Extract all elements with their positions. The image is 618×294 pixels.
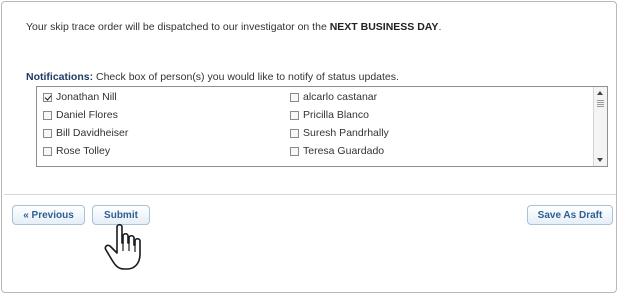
scroll-grip-icon[interactable] — [597, 100, 604, 108]
recipient-option[interactable]: Daniel Flores — [43, 108, 118, 122]
scroll-down-icon[interactable] — [597, 158, 603, 162]
checkbox-icon[interactable] — [43, 110, 52, 120]
checkbox-icon[interactable] — [290, 128, 299, 138]
order-panel: Your skip trace order will be dispatched… — [1, 1, 617, 293]
checkbox-icon[interactable] — [290, 92, 299, 102]
dispatch-text: Your skip trace order will be dispatched… — [26, 21, 330, 33]
recipient-name: alcarlo castanar — [303, 91, 378, 103]
recipient-option[interactable]: Suresh Pandrhally — [290, 126, 389, 140]
checkbox-icon[interactable] — [290, 146, 299, 156]
checkbox-icon[interactable] — [43, 92, 52, 102]
notifications-instruction-text: Check box of person(s) you would like to… — [93, 71, 399, 83]
previous-button[interactable]: « Previous — [12, 205, 85, 225]
recipient-option[interactable]: Pricilla Blanco — [290, 108, 369, 122]
checkbox-icon[interactable] — [290, 110, 299, 120]
recipient-option[interactable]: Bill Davidheiser — [43, 126, 128, 140]
notification-recipient-list[interactable]: Jonathan Nill Daniel Flores Bill Davidhe… — [36, 86, 608, 167]
dispatch-emphasis: NEXT BUSINESS DAY — [329, 21, 439, 33]
recipient-name: Bill Davidheiser — [56, 127, 129, 139]
recipient-name: Daniel Flores — [56, 109, 118, 121]
recipient-name: Rose Tolley — [56, 145, 111, 157]
hand-pointer-icon — [104, 223, 141, 270]
recipient-name: Teresa Guardado — [303, 145, 385, 157]
recipient-name: Jonathan Nill — [56, 91, 117, 103]
section-divider — [4, 194, 616, 195]
dispatch-notice: Your skip trace order will be dispatched… — [26, 21, 441, 33]
save-as-draft-button[interactable]: Save As Draft — [527, 205, 613, 225]
notifications-instruction: Notifications: Check box of person(s) yo… — [26, 71, 399, 83]
checkbox-icon[interactable] — [43, 128, 52, 138]
recipient-option[interactable]: Rose Tolley — [43, 144, 110, 158]
recipient-option[interactable]: Teresa Guardado — [290, 144, 384, 158]
notifications-label: Notifications: — [26, 71, 94, 83]
recipient-name: Pricilla Blanco — [303, 109, 369, 121]
list-scrollbar[interactable] — [593, 87, 607, 166]
recipient-name: Suresh Pandrhally — [303, 127, 389, 139]
recipient-option[interactable]: Jonathan Nill — [43, 90, 117, 104]
dispatch-suffix: . — [438, 21, 442, 33]
checkbox-icon[interactable] — [43, 146, 52, 156]
scroll-up-icon[interactable] — [597, 91, 603, 95]
recipient-option[interactable]: alcarlo castanar — [290, 90, 377, 104]
